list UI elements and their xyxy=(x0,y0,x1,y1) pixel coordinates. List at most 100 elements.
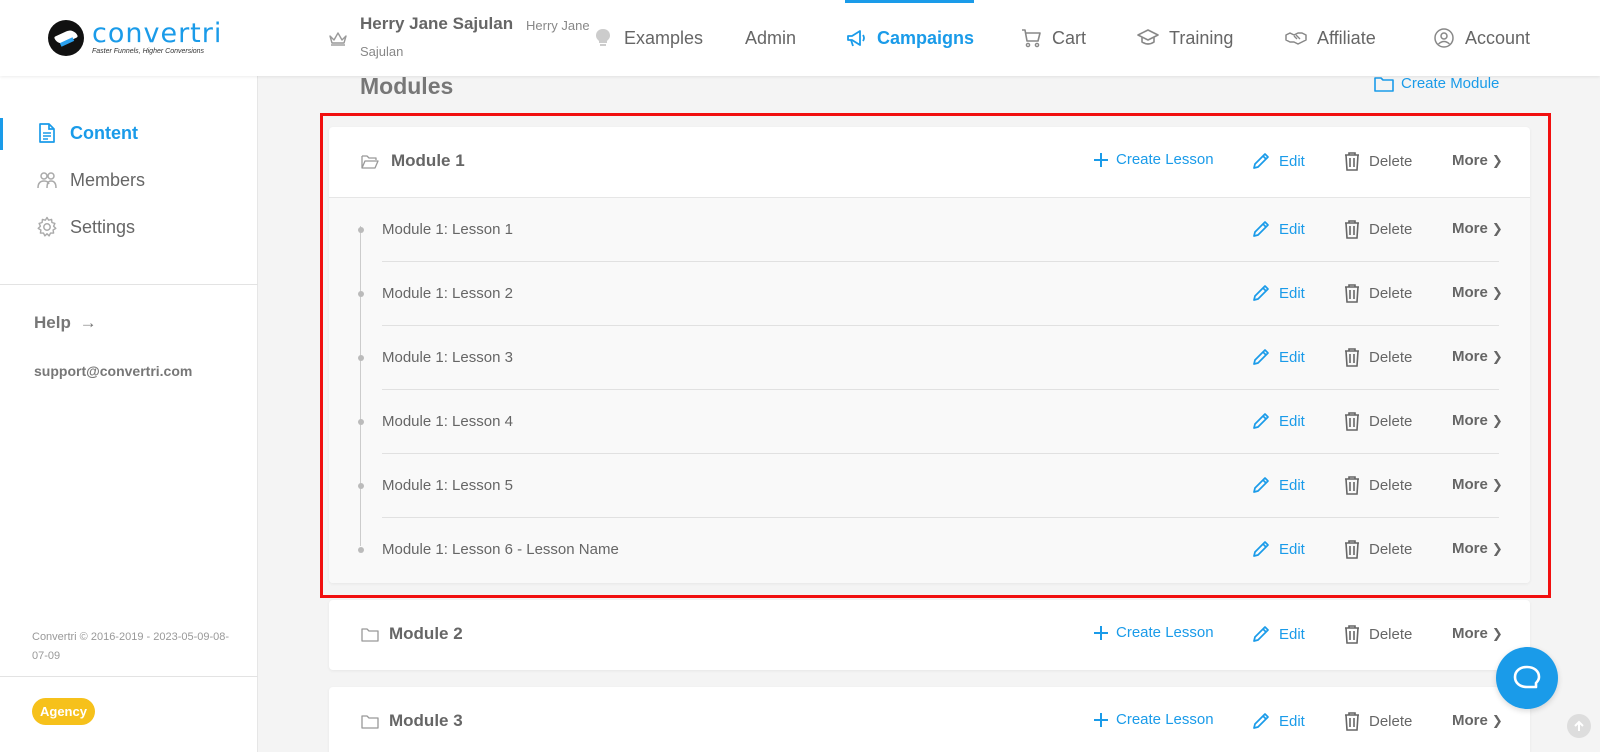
delete-button[interactable]: Delete xyxy=(1343,219,1412,239)
nav-examples-label: Examples xyxy=(624,27,704,48)
edit-button[interactable]: Edit xyxy=(1251,624,1305,644)
create-lesson-label: Create Lesson xyxy=(1116,624,1214,641)
edit-button[interactable]: Edit xyxy=(1251,151,1305,171)
module-header[interactable]: Module 2 Create Lesson Edit Delete More … xyxy=(329,600,1530,670)
module-card-3: Module 3 Create Lesson Edit Delete More … xyxy=(329,687,1530,752)
more-button[interactable]: More ❯ xyxy=(1452,412,1503,429)
edit-button[interactable]: Edit xyxy=(1251,347,1305,367)
nav-account[interactable]: Account xyxy=(1433,0,1530,76)
user-subtitle: Herry Jane xyxy=(526,18,590,33)
nav-cart[interactable]: Cart xyxy=(1020,0,1086,76)
pencil-icon xyxy=(1253,285,1269,301)
lesson-bullet xyxy=(358,547,364,553)
chat-bubble-icon xyxy=(1513,665,1541,689)
lesson-row[interactable]: Module 1: Lesson 1 Edit Delete More ❯ xyxy=(329,198,1530,262)
edit-button[interactable]: Edit xyxy=(1251,475,1305,495)
lesson-title: Module 1: Lesson 6 - Lesson Name xyxy=(382,541,619,558)
lesson-bullet xyxy=(358,355,364,361)
nav-affiliate[interactable]: Affiliate xyxy=(1285,0,1376,76)
sidebar-footer-divider xyxy=(0,676,258,677)
delete-label: Delete xyxy=(1369,284,1413,302)
module-header[interactable]: Module 1 Create Lesson Edit Delete More … xyxy=(329,127,1530,197)
sidebar-item-content[interactable]: Content xyxy=(36,122,138,144)
convertri-logo[interactable]: convertri Faster Funnels, Higher Convers… xyxy=(48,20,222,56)
lesson-row[interactable]: Module 1: Lesson 6 - Lesson Name Edit De… xyxy=(329,518,1530,582)
chat-button[interactable] xyxy=(1496,647,1558,709)
delete-label: Delete xyxy=(1369,220,1413,238)
lesson-row[interactable]: Module 1: Lesson 4 Edit Delete More ❯ xyxy=(329,390,1530,454)
support-email-link[interactable]: support@convertri.com xyxy=(34,363,192,379)
lesson-row[interactable]: Module 1: Lesson 3 Edit Delete More ❯ xyxy=(329,326,1530,390)
more-label: More xyxy=(1452,412,1488,429)
pencil-icon xyxy=(1253,626,1269,642)
create-lesson-button[interactable]: Create Lesson xyxy=(1094,151,1214,168)
delete-label: Delete xyxy=(1369,152,1413,170)
delete-label: Delete xyxy=(1369,540,1413,558)
delete-button[interactable]: Delete xyxy=(1343,539,1412,559)
logo-mark-icon xyxy=(48,20,84,56)
create-lesson-button[interactable]: Create Lesson xyxy=(1094,711,1214,728)
more-button[interactable]: More ❯ xyxy=(1452,152,1503,169)
edit-button[interactable]: Edit xyxy=(1251,411,1305,431)
delete-button[interactable]: Delete xyxy=(1343,151,1412,171)
more-button[interactable]: More ❯ xyxy=(1452,284,1503,301)
sidebar-item-members[interactable]: Members xyxy=(36,169,145,191)
nav-campaigns[interactable]: Campaigns xyxy=(845,0,975,76)
delete-button[interactable]: Delete xyxy=(1343,411,1412,431)
members-icon xyxy=(37,172,57,189)
chevron-right-icon: ❯ xyxy=(1491,476,1503,492)
delete-label: Delete xyxy=(1369,625,1413,643)
more-label: More xyxy=(1452,152,1488,169)
edit-button[interactable]: Edit xyxy=(1251,539,1305,559)
more-button[interactable]: More ❯ xyxy=(1452,625,1503,642)
sidebar-item-settings-label: Settings xyxy=(70,216,136,237)
lesson-row[interactable]: Module 1: Lesson 2 Edit Delete More ❯ xyxy=(329,262,1530,326)
chevron-right-icon: ❯ xyxy=(1491,540,1503,556)
edit-button[interactable]: Edit xyxy=(1251,711,1305,731)
crown-icon xyxy=(329,32,347,46)
sidebar-active-indicator xyxy=(0,118,3,150)
edit-label: Edit xyxy=(1279,220,1305,238)
sidebar-item-members-label: Members xyxy=(70,169,146,190)
sidebar-item-content-label: Content xyxy=(70,122,138,143)
create-module-button[interactable]: Create Module xyxy=(1374,75,1499,92)
sidebar-item-settings[interactable]: Settings xyxy=(36,216,135,238)
lesson-row[interactable]: Module 1: Lesson 5 Edit Delete More ❯ xyxy=(329,454,1530,518)
edit-button[interactable]: Edit xyxy=(1251,219,1305,239)
lesson-title: Module 1: Lesson 2 xyxy=(382,285,513,302)
module-header[interactable]: Module 3 Create Lesson Edit Delete More … xyxy=(329,687,1530,752)
create-lesson-label: Create Lesson xyxy=(1116,151,1214,168)
create-lesson-button[interactable]: Create Lesson xyxy=(1094,624,1214,641)
help-label: Help xyxy=(34,313,71,332)
nav-training[interactable]: Training xyxy=(1137,0,1233,76)
lesson-bullet xyxy=(358,419,364,425)
handshake-icon xyxy=(1285,32,1307,45)
nav-training-label: Training xyxy=(1169,27,1234,48)
chevron-right-icon: ❯ xyxy=(1491,220,1503,236)
more-button[interactable]: More ❯ xyxy=(1452,476,1503,493)
agency-badge: Agency xyxy=(32,698,95,725)
more-button[interactable]: More ❯ xyxy=(1452,712,1503,729)
edit-button[interactable]: Edit xyxy=(1251,283,1305,303)
pencil-icon xyxy=(1253,541,1269,557)
scroll-top-button[interactable] xyxy=(1567,714,1591,738)
more-button[interactable]: More ❯ xyxy=(1452,348,1503,365)
help-link[interactable]: Help → xyxy=(34,313,97,333)
pencil-icon xyxy=(1253,477,1269,493)
nav-admin[interactable]: Admin xyxy=(745,0,796,76)
delete-button[interactable]: Delete xyxy=(1343,475,1412,495)
create-lesson-label: Create Lesson xyxy=(1116,711,1214,728)
delete-button[interactable]: Delete xyxy=(1343,711,1412,731)
nav-admin-label: Admin xyxy=(745,27,797,48)
nav-account-label: Account xyxy=(1465,27,1531,48)
delete-button[interactable]: Delete xyxy=(1343,283,1412,303)
nav-examples[interactable]: Examples xyxy=(592,0,703,76)
more-button[interactable]: More ❯ xyxy=(1452,220,1503,237)
delete-button[interactable]: Delete xyxy=(1343,347,1412,367)
edit-label: Edit xyxy=(1279,476,1305,494)
nav-campaigns-label: Campaigns xyxy=(877,27,975,48)
more-button[interactable]: More ❯ xyxy=(1452,540,1503,557)
nav-cart-label: Cart xyxy=(1052,27,1087,48)
delete-button[interactable]: Delete xyxy=(1343,624,1412,644)
lesson-title: Module 1: Lesson 1 xyxy=(382,221,513,238)
